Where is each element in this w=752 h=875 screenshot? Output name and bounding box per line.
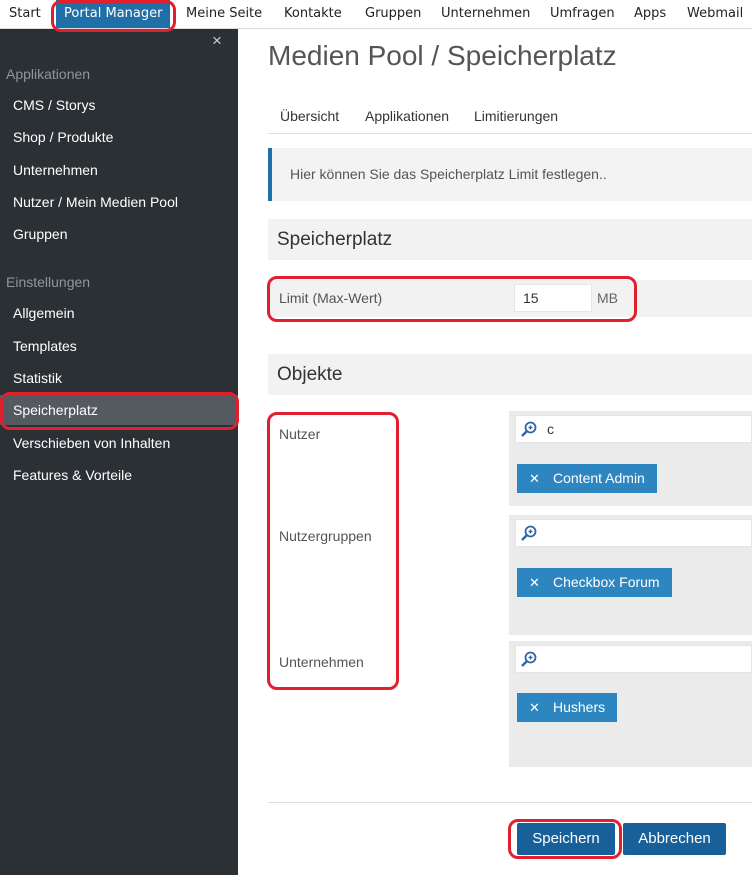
companies-label: Unternehmen xyxy=(279,654,364,670)
nav-unternehmen[interactable]: Unternehmen xyxy=(441,0,530,28)
tab-applikationen[interactable]: Applikationen xyxy=(365,108,449,124)
users-search-query: c xyxy=(547,421,554,437)
sidebar-item-nutzer-medien-pool[interactable]: Nutzer / Mein Medien Pool xyxy=(0,187,238,217)
limit-input[interactable] xyxy=(514,284,592,312)
section-title-objekte: Objekte xyxy=(277,364,343,385)
magnifier-plus-icon xyxy=(521,421,537,437)
groups-picker: ✕ Checkbox Forum xyxy=(509,515,752,635)
nav-meine-seite[interactable]: Meine Seite xyxy=(186,0,262,28)
sidebar-section-applikationen: Applikationen xyxy=(6,66,91,82)
companies-picker: ✕ Hushers xyxy=(509,641,752,767)
sidebar-item-speicherplatz[interactable]: Speicherplatz xyxy=(0,395,238,425)
limit-label: Limit (Max-Wert) xyxy=(279,290,383,306)
tag-label: Hushers xyxy=(553,699,606,715)
sidebar-item-cms-storys[interactable]: CMS / Storys xyxy=(0,90,238,120)
users-picker: c ✕ Content Admin xyxy=(509,411,752,506)
tag-hushers[interactable]: ✕ Hushers xyxy=(517,693,618,722)
sidebar-item-templates[interactable]: Templates xyxy=(0,331,238,361)
section-speicherplatz: Speicherplatz xyxy=(268,219,752,260)
section-objekte: Objekte xyxy=(268,354,752,395)
sidebar-item-features-vorteile[interactable]: Features & Vorteile xyxy=(0,460,238,490)
page-title: Medien Pool / Speicherplatz xyxy=(268,40,617,71)
cancel-button[interactable]: Abbrechen xyxy=(623,823,726,855)
groups-search-input[interactable] xyxy=(515,519,752,547)
section-title-speicherplatz: Speicherplatz xyxy=(277,229,393,250)
nav-start[interactable]: Start xyxy=(9,0,41,28)
tag-label: Checkbox Forum xyxy=(553,574,660,590)
close-icon[interactable]: ✕ xyxy=(529,464,541,493)
close-icon[interactable]: ✕ xyxy=(529,568,541,597)
nav-apps[interactable]: Apps xyxy=(634,0,666,28)
users-label: Nutzer xyxy=(279,426,321,442)
highlight-object-labels xyxy=(267,412,399,690)
sidebar-item-shop-produkte[interactable]: Shop / Produkte xyxy=(0,122,238,152)
nav-webmail[interactable]: Webmail xyxy=(687,0,743,28)
close-icon[interactable]: ✕ xyxy=(529,693,541,722)
sidebar-item-gruppen[interactable]: Gruppen xyxy=(0,219,238,249)
nav-kontakte[interactable]: Kontakte xyxy=(284,0,342,28)
groups-label: Nutzergruppen xyxy=(279,528,372,544)
sidebar-item-verschieben[interactable]: Verschieben von Inhalten xyxy=(0,428,238,458)
info-text: Hier können Sie das Speicherplatz Limit … xyxy=(290,166,607,182)
nav-gruppen[interactable]: Gruppen xyxy=(365,0,421,28)
info-box: Hier können Sie das Speicherplatz Limit … xyxy=(268,148,752,201)
tab-uebersicht[interactable]: Übersicht xyxy=(280,108,339,124)
sidebar-item-statistik[interactable]: Statistik xyxy=(0,363,238,393)
limit-unit: MB xyxy=(597,290,618,306)
tag-label: Content Admin xyxy=(553,470,645,486)
tab-bar: Übersicht Applikationen Limitierungen xyxy=(268,108,752,134)
magnifier-plus-icon xyxy=(521,651,537,667)
companies-search-input[interactable] xyxy=(515,645,752,673)
tag-checkbox-forum[interactable]: ✕ Checkbox Forum xyxy=(517,568,672,597)
save-button[interactable]: Speichern xyxy=(517,823,615,855)
tag-content-admin[interactable]: ✕ Content Admin xyxy=(517,464,657,493)
nav-umfragen[interactable]: Umfragen xyxy=(550,0,615,28)
sidebar-item-unternehmen[interactable]: Unternehmen xyxy=(0,155,238,185)
magnifier-plus-icon xyxy=(521,525,537,541)
footer-divider xyxy=(268,802,752,803)
users-search-input[interactable]: c xyxy=(515,415,752,443)
close-icon[interactable]: × xyxy=(212,31,222,51)
sidebar-section-einstellungen: Einstellungen xyxy=(6,274,91,290)
sidebar-item-allgemein[interactable]: Allgemein xyxy=(0,298,238,328)
nav-portal-manager[interactable]: Portal Manager xyxy=(56,0,171,28)
sidebar: × Applikationen CMS / Storys Shop / Prod… xyxy=(0,29,238,875)
top-navigation: Start Portal Manager Meine Seite Kontakt… xyxy=(0,0,752,29)
tab-limitierungen[interactable]: Limitierungen xyxy=(474,108,558,124)
